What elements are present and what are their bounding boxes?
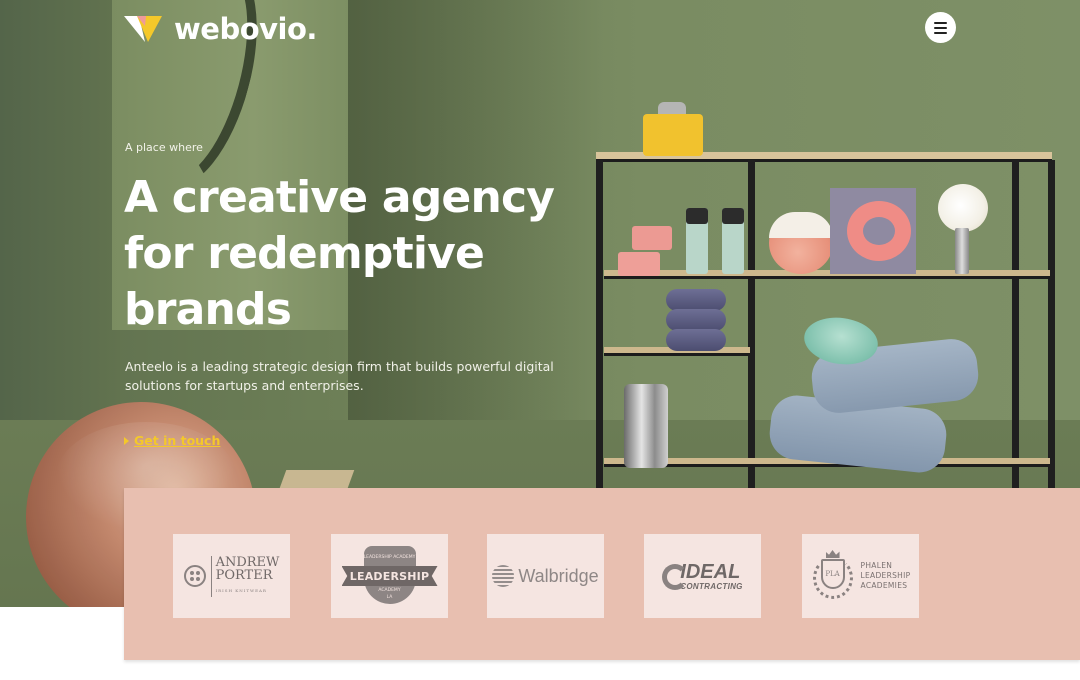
shelf-board <box>604 270 1050 279</box>
site-logo[interactable]: webovio. <box>124 12 317 46</box>
logo-banner: LEADERSHIP <box>341 566 438 586</box>
logo-text: ACADEMY <box>378 588 401 593</box>
shelf-post <box>1048 160 1055 490</box>
shelf-post <box>596 160 603 490</box>
logo-text: ANDREW <box>215 554 280 570</box>
client-logo-walbridge[interactable]: Walbridge <box>487 534 604 618</box>
client-logo-leadership-academy[interactable]: LEADERSHIP ACADEMY LEADERSHIP ACADEMY LA <box>331 534 448 618</box>
shelf-post <box>748 160 755 490</box>
client-logo-ideal-contracting[interactable]: IDEAL CONTRACTING <box>644 534 761 618</box>
ring-icon <box>662 563 689 590</box>
logo-text: LEADERSHIP ACADEMY <box>363 555 416 560</box>
client-logo-phalen[interactable]: PLA PHALEN LEADERSHIP ACADEMIES <box>802 534 919 618</box>
brand-name: webovio. <box>174 12 317 46</box>
pink-jar <box>632 226 672 250</box>
stone-stack <box>666 309 726 331</box>
shelf-post <box>1012 160 1019 490</box>
pink-ring <box>847 201 911 261</box>
stone-stack <box>666 329 726 351</box>
hamburger-icon <box>934 21 947 24</box>
wall-left <box>0 0 120 450</box>
lamp-bulb <box>938 184 988 232</box>
logo-monogram: PLA <box>820 559 845 589</box>
logo-text: PORTER <box>215 567 273 583</box>
peach-ball <box>769 212 833 274</box>
logo-text: LEADERSHIP <box>860 571 911 580</box>
yellow-bottle <box>643 114 703 156</box>
logo-tagline: IRISH KNITWEAR <box>215 587 267 593</box>
mint-tube <box>686 208 708 274</box>
logo-text: PHALEN <box>860 561 893 570</box>
hero-eyebrow: A place where <box>125 141 203 154</box>
play-arrow-icon <box>124 436 129 445</box>
client-logos-strip: ANDREW PORTER IRISH KNITWEAR LEADERSHIP … <box>124 488 1080 660</box>
get-in-touch-link[interactable]: Get in touch <box>124 433 220 448</box>
steel-container <box>624 384 668 468</box>
mint-tube <box>722 208 744 274</box>
hero-description: Anteelo is a leading strategic design fi… <box>125 359 554 393</box>
client-logo-andrew-porter[interactable]: ANDREW PORTER IRISH KNITWEAR <box>173 534 290 618</box>
hero-headline: A creative agency for redemptive brands <box>124 172 555 335</box>
floor-tile <box>279 470 355 488</box>
striped-globe-icon <box>492 565 515 587</box>
stone-stack <box>666 289 726 311</box>
logo-text: ACADEMIES <box>860 581 908 590</box>
crest-icon: PLA <box>811 549 855 603</box>
cta-label: Get in touch <box>134 433 221 448</box>
logo-text: IDEAL <box>680 560 741 583</box>
lamp-stem <box>955 228 969 274</box>
pink-jar <box>618 252 660 276</box>
logo-mark-icon <box>124 16 162 42</box>
logo-badge: LA <box>386 595 393 600</box>
logo-text: Walbridge <box>518 565 599 586</box>
button-icon <box>183 565 206 587</box>
menu-button[interactable] <box>925 12 956 43</box>
logo-text: CONTRACTING <box>680 581 743 591</box>
